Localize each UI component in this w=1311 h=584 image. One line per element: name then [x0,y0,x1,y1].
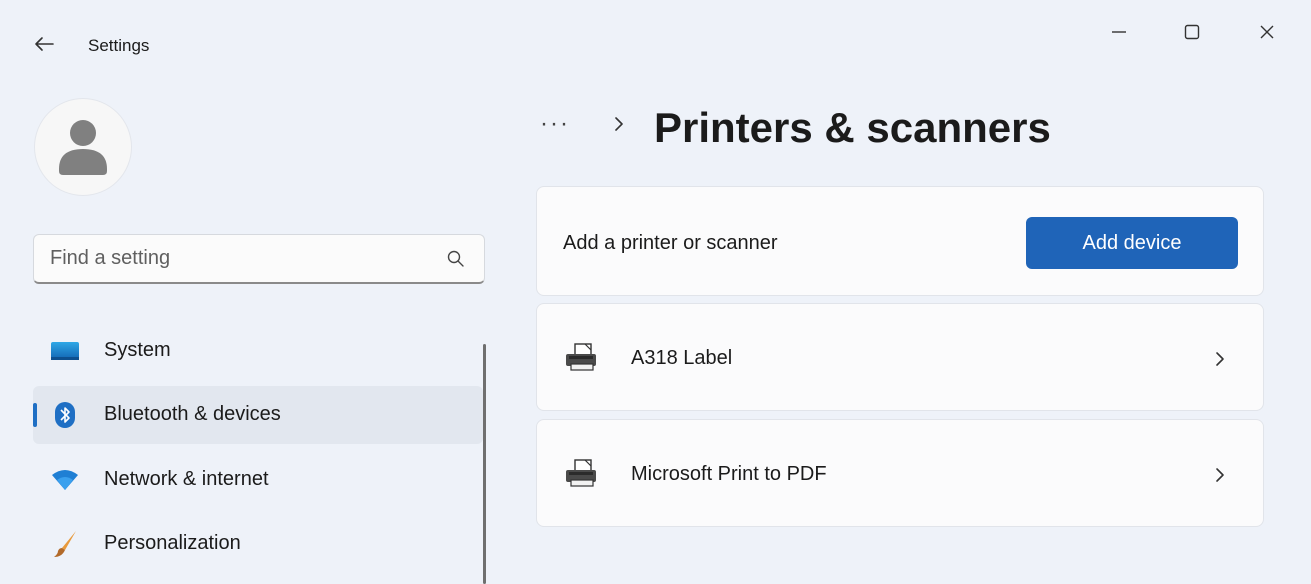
sidebar-item-system[interactable]: System [33,322,483,380]
printer-icon [566,343,596,371]
sidebar-item-label: Bluetooth & devices [104,403,281,425]
system-monitor-icon [51,342,79,360]
printer-name: Microsoft Print to PDF [631,463,827,485]
close-icon [1260,25,1274,39]
page-title: Printers & scanners [654,104,1051,151]
chevron-right-icon [1216,352,1224,366]
bluetooth-icon [55,402,75,428]
printer-name: A318 Label [631,347,733,369]
sidebar-item-label: Personalization [104,532,241,554]
app-title: Settings [88,36,150,55]
minimize-button[interactable] [1097,14,1141,50]
person-icon [59,120,107,175]
chevron-right-icon [1216,468,1224,482]
maximize-button[interactable] [1170,14,1214,50]
sidebar-item-network-internet[interactable]: Network & internet [33,451,483,509]
selection-indicator [33,403,37,427]
printer-icon [566,459,596,487]
chevron-right-icon [615,117,623,131]
add-device-button[interactable]: Add device [1026,217,1238,269]
sidebar-item-personalization[interactable]: Personalization [33,515,483,573]
title-bar: Settings [0,0,1311,80]
search-input[interactable] [50,235,430,281]
sidebar-item-bluetooth-devices[interactable]: Bluetooth & devices [33,386,483,444]
paintbrush-icon [54,531,76,557]
add-printer-card: Add a printer or scanner Add device [536,186,1264,296]
arrow-left-icon [35,37,54,51]
search-icon[interactable] [446,249,466,269]
breadcrumb-more-button[interactable]: ··· [540,110,570,138]
maximize-icon [1184,24,1200,40]
user-avatar[interactable] [34,98,132,196]
sidebar-scrollbar[interactable] [483,344,486,584]
printer-row-a318-label[interactable]: A318 Label [536,303,1264,411]
add-printer-label: Add a printer or scanner [563,232,778,254]
sidebar-item-label: System [104,339,171,361]
printer-row-microsoft-print-to-pdf[interactable]: Microsoft Print to PDF [536,419,1264,527]
back-button[interactable] [32,32,56,56]
search-box[interactable] [33,234,485,284]
sidebar-item-label: Network & internet [104,468,269,490]
wifi-icon [52,470,78,490]
close-button[interactable] [1245,14,1289,50]
minimize-icon [1112,31,1126,33]
